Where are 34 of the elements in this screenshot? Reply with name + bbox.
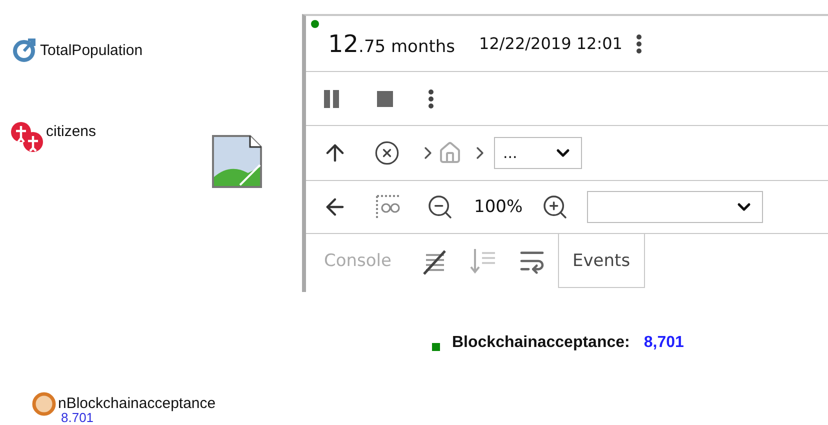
more-icon <box>636 34 642 54</box>
parameter-icon <box>12 37 38 63</box>
variable-icon <box>32 392 56 416</box>
zoom-level: 100% <box>474 197 523 217</box>
population-label: citizens <box>46 122 96 140</box>
stop-icon <box>376 90 394 108</box>
close-button[interactable] <box>374 140 400 166</box>
panel-tab[interactable]: Events <box>558 234 646 288</box>
status-square-icon <box>432 343 440 351</box>
home-icon <box>438 141 462 165</box>
more-button[interactable] <box>636 34 642 54</box>
model-time: 12.75 months <box>328 30 456 58</box>
output-value: 8,701 <box>644 334 684 352</box>
close-icon <box>374 140 400 166</box>
variable-value: 8.701 <box>61 411 94 424</box>
more-button[interactable] <box>428 88 434 108</box>
scroll-list-icon <box>470 247 496 275</box>
broken-image-icon <box>212 135 262 188</box>
more-icon <box>428 88 434 108</box>
parameter-label: TotalPopulation <box>40 42 143 58</box>
pause-button[interactable] <box>322 88 342 108</box>
people-icon <box>10 122 44 152</box>
origin-button[interactable] <box>374 194 402 220</box>
origin-icon <box>374 194 402 220</box>
variable-label: nBlockchainacceptance <box>58 394 216 412</box>
model-date: 12/22/2019 12:01 <box>479 34 622 53</box>
pause-icon <box>322 88 342 108</box>
zoom-out-icon <box>426 193 454 221</box>
agent-select[interactable]: ... <box>494 137 582 169</box>
zoom-in-button[interactable] <box>540 193 569 221</box>
output-label: Blockchainacceptance: <box>452 334 630 352</box>
zoom-in-icon <box>540 193 569 221</box>
stop-button[interactable] <box>376 90 394 108</box>
zoom-out-button[interactable] <box>426 193 454 221</box>
